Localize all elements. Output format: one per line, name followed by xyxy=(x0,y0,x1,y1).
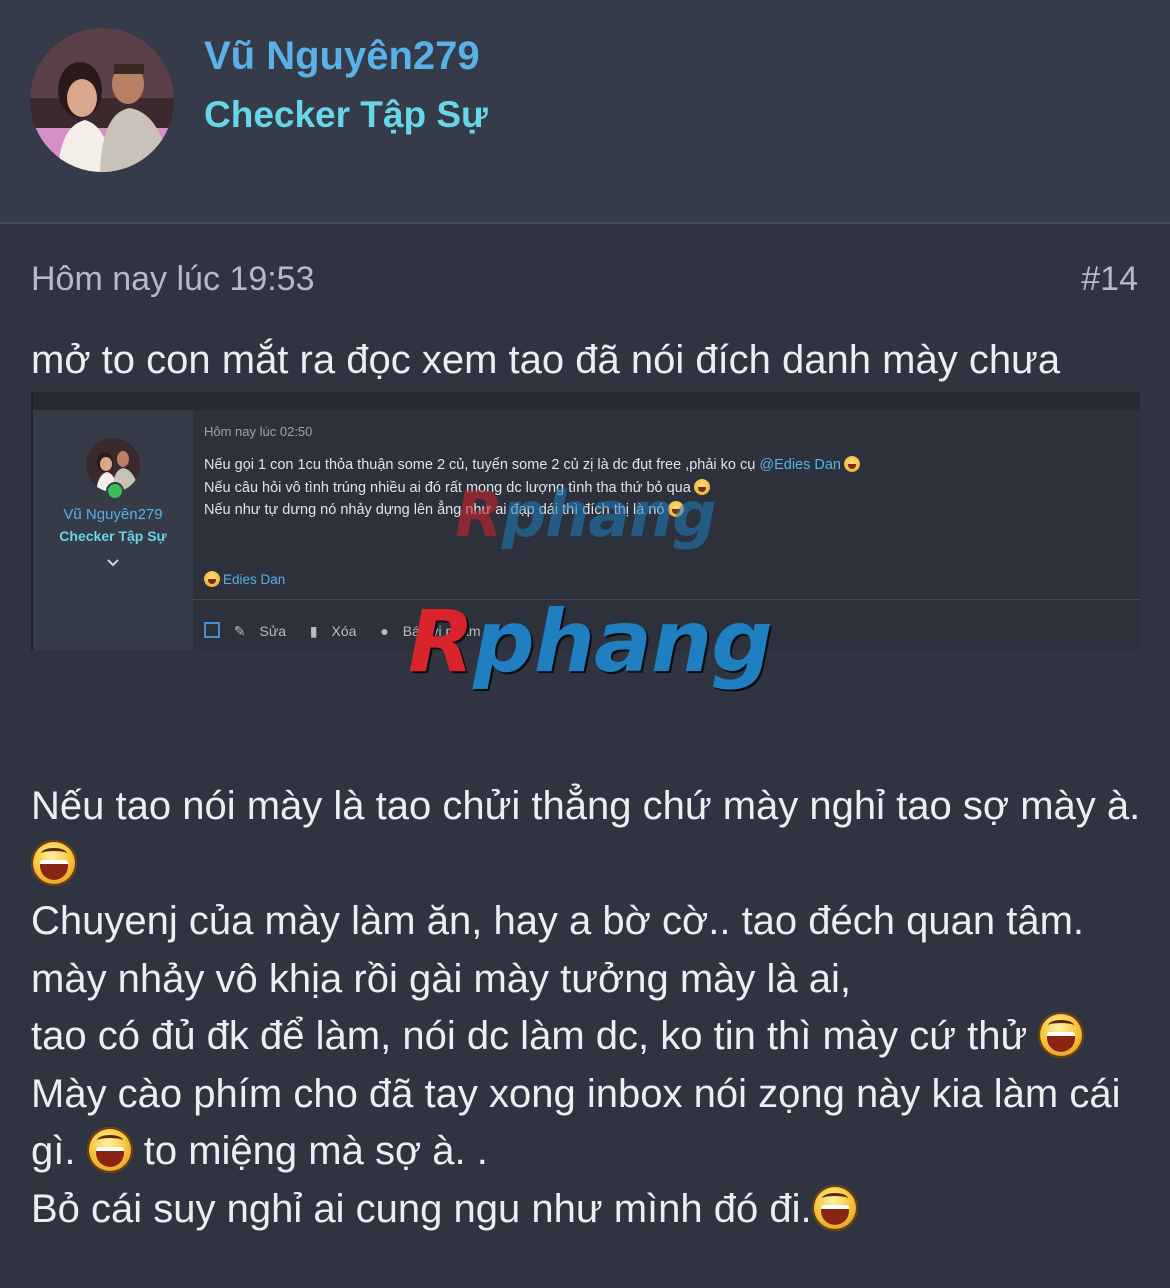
post-body: Nếu tao nói mày là tao chửi thẳng chứ mà… xyxy=(31,778,1146,1238)
body-line-2: Chuyenj của mày làm ăn, hay a bờ cờ.. ta… xyxy=(31,899,1085,943)
body-line: tao có đủ đk để làm, nói dc làm dc, ko t… xyxy=(31,1008,1146,1066)
online-status-icon xyxy=(106,482,124,500)
chevron-down-icon xyxy=(106,556,120,570)
body-line: mày nhảy vô khịa rồi gài mày tưởng mày l… xyxy=(31,951,1146,1009)
pencil-icon: ✎ xyxy=(233,623,246,639)
body-line-1: Nếu tao nói mày là tao chửi thẳng chứ mà… xyxy=(31,784,1141,828)
embed-reaction: Edies Dan xyxy=(204,571,285,587)
embed-delete-label: Xóa xyxy=(331,623,357,639)
embed-topbar xyxy=(31,392,1140,410)
watermark-small-r: R xyxy=(455,478,503,551)
body-line-4: tao có đủ đk để làm, nói dc làm dc, ko t… xyxy=(31,1014,1028,1058)
watermark-small-rest: phang xyxy=(501,478,717,551)
user-title: Checker Tập Sự xyxy=(204,94,488,135)
embed-delete: ▮ Xóa xyxy=(310,623,367,639)
body-line: Nếu tao nói mày là tao chửi thẳng chứ mà… xyxy=(31,778,1146,893)
post-number[interactable]: #14 xyxy=(1081,260,1138,299)
embed-user-title: Checker Tập Sự xyxy=(59,528,167,544)
username[interactable]: Vũ Nguyên279 xyxy=(204,34,480,79)
watermark-small: Rphang xyxy=(455,478,717,551)
laughing-face-icon xyxy=(844,456,860,472)
trash-icon: ▮ xyxy=(309,623,318,639)
embed-select-checkbox xyxy=(204,622,220,638)
body-line: Mày cào phím cho đã tay xong inbox nói z… xyxy=(31,1066,1146,1181)
laughing-face-icon xyxy=(86,1127,133,1173)
embed-edit: ✎ Sửa xyxy=(234,623,296,639)
post-header: Vũ Nguyên279 Checker Tập Sự xyxy=(0,0,1170,224)
watermark-large-r: R xyxy=(408,592,474,692)
info-icon: ● xyxy=(380,623,389,639)
post-timestamp[interactable]: Hôm nay lúc 19:53 xyxy=(31,260,315,299)
body-line-6: to miệng mà sợ à. . xyxy=(143,1129,488,1173)
embed-timestamp: Hôm nay lúc 02:50 xyxy=(204,424,313,439)
laughing-face-icon xyxy=(31,839,77,886)
laughing-face-icon xyxy=(811,1184,858,1231)
embed-username: Vũ Nguyên279 xyxy=(63,506,163,523)
embed-user-panel: Vũ Nguyên279 Checker Tập Sự xyxy=(33,410,193,650)
body-line-7: Bỏ cái suy nghỉ ai cung ngu như mình đó … xyxy=(31,1186,812,1231)
avatar-photo xyxy=(30,28,174,172)
watermark-large: Rphang xyxy=(408,592,773,692)
embed-edit-label: Sửa xyxy=(259,623,287,639)
avatar[interactable] xyxy=(30,28,174,172)
body-line-3: mày nhảy vô khịa rồi gài mày tưởng mày l… xyxy=(31,956,852,1001)
embed-mention: @Edies Dan xyxy=(759,457,841,473)
laughing-face-icon xyxy=(204,571,220,587)
body-line: Chuyenj của mày làm ăn, hay a bờ cờ.. ta… xyxy=(31,893,1146,951)
watermark-large-rest: phang xyxy=(473,592,773,692)
body-line: Bỏ cái suy nghỉ ai cung ngu như mình đó … xyxy=(31,1181,1146,1239)
post-intro: mở to con mắt ra đọc xem tao đã nói đích… xyxy=(31,338,1061,382)
laughing-face-icon xyxy=(1038,1012,1085,1058)
embed-line-1: Nếu gọi 1 con 1cu thỏa thuận some 2 củ, … xyxy=(204,457,756,473)
embed-reaction-user: Edies Dan xyxy=(223,572,286,587)
